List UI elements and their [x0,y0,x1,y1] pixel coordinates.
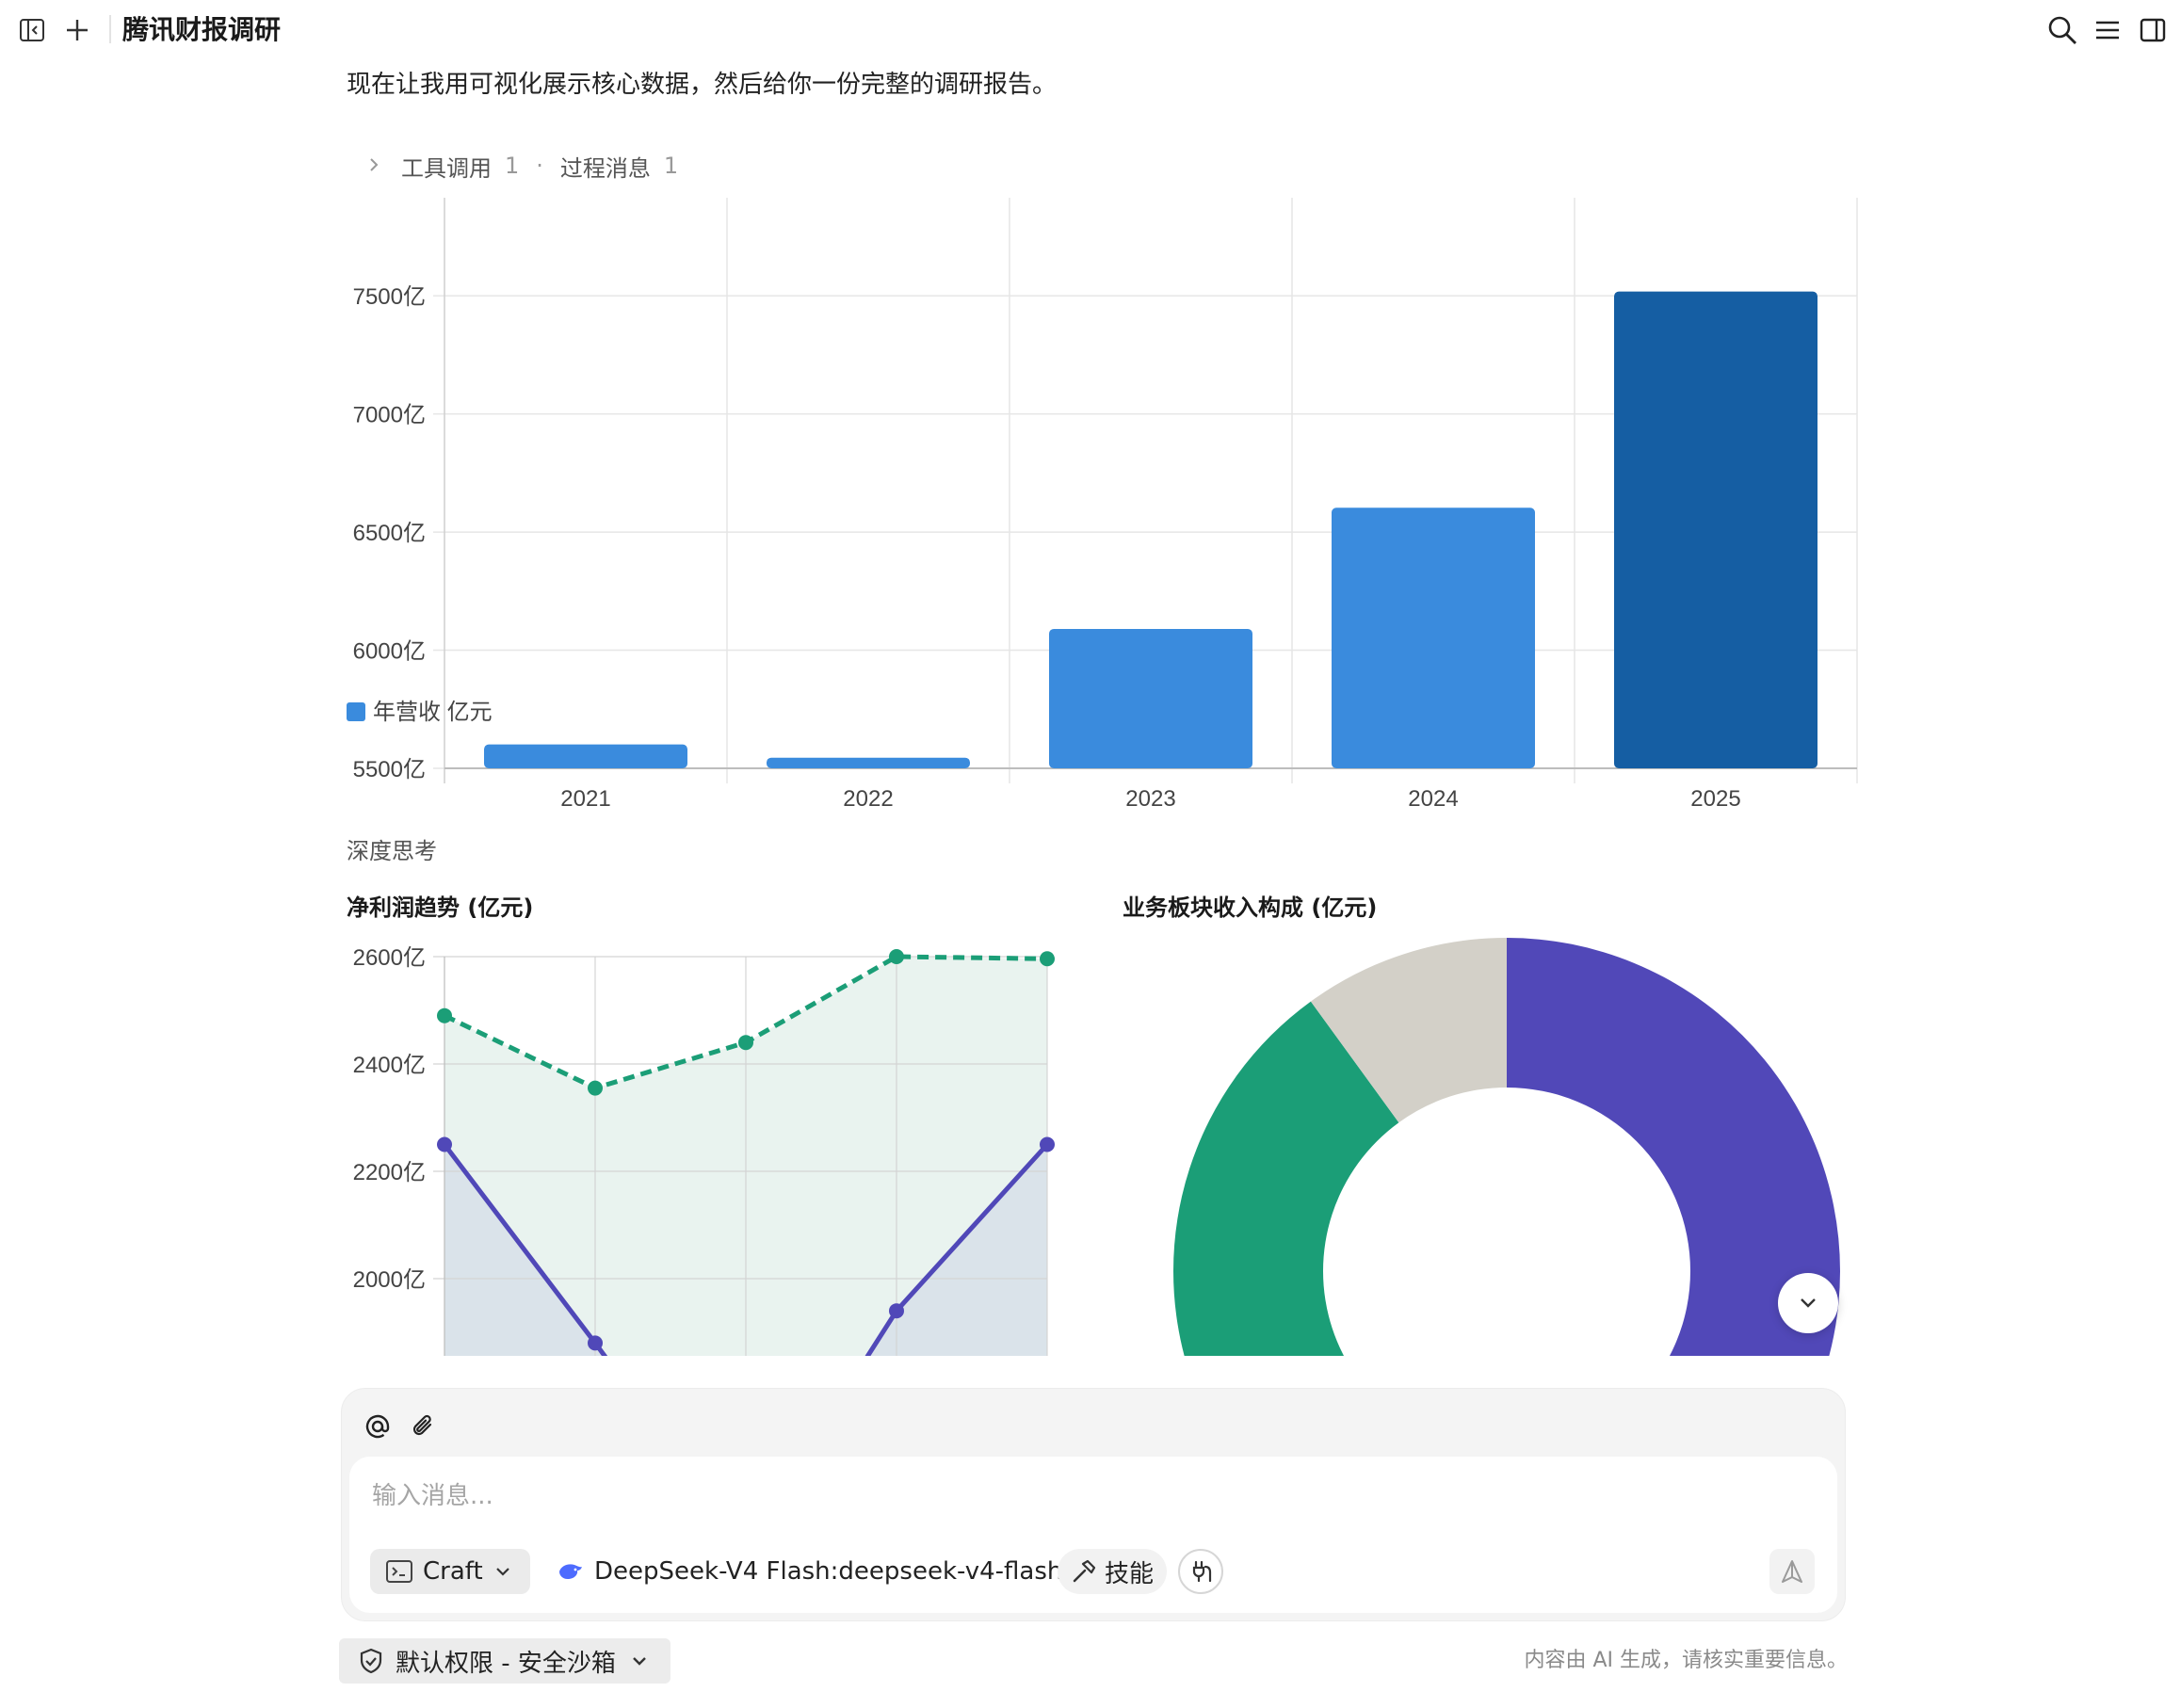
segment-donut-chart [1173,938,1840,1356]
y-tick-label: 2200亿 [353,1160,426,1185]
process-message-label: 过程消息 [559,154,651,182]
x-tick-label: 2022 [843,786,893,812]
bar [1332,508,1535,768]
legend-label: 年营收 亿元 [373,700,493,725]
data-point [889,1303,904,1319]
assistant-message-text: 现在让我用可视化展示核心数据，然后给你一份完整的调研报告。 [347,71,1058,99]
data-point [588,1335,603,1351]
menu-icon[interactable] [2089,11,2126,49]
shield-icon [360,1648,382,1674]
data-point [437,1007,452,1023]
chevron-right-icon [367,153,380,179]
page-title: 腾讯财报调研 [122,14,282,45]
y-tick-label: 7500亿 [353,284,426,310]
skills-label: 技能 [1105,1559,1155,1588]
y-tick-label: 6500亿 [353,521,426,546]
mention-icon[interactable] [359,1408,396,1445]
connector-button[interactable] [1178,1549,1223,1594]
sidebar-toggle-icon[interactable] [13,11,51,49]
x-tick-label: 2025 [1690,786,1740,812]
permission-selector[interactable]: 默认权限 - 安全沙箱 [339,1638,670,1684]
send-button[interactable] [1769,1549,1815,1594]
y-tick-label: 2400亿 [353,1053,426,1078]
separator-dot: · [536,153,543,179]
y-tick-label: 6000亿 [353,639,426,665]
legend-swatch [347,702,365,721]
y-tick-label: 7000亿 [353,403,426,428]
x-tick-label: 2021 [560,786,610,812]
revenue-bar-chart: 5500亿 6000亿 6500亿 7000亿 7500亿 2021 2022 2023 202… [347,198,1858,812]
plug-icon [1192,1560,1212,1583]
skills-button[interactable]: 技能 [1058,1549,1167,1594]
right-panel-icon[interactable] [2134,11,2172,49]
chevron-down-icon [495,1568,509,1576]
x-tick-label: 2023 [1125,786,1175,812]
data-point [738,1035,753,1051]
permission-label: 默认权限 - 安全沙箱 [396,1649,616,1678]
x-tick-label: 2024 [1408,786,1458,812]
data-point [1040,1136,1055,1152]
process-message-count: 1 [663,153,679,179]
chevron-down-icon [633,1657,646,1666]
tool-call-label: 工具调用 [401,154,492,182]
y-tick-label: 2000亿 [353,1267,426,1293]
deepseek-whale-icon [559,1564,582,1579]
data-point [588,1080,603,1096]
deep-thinking-label: 深度思考 [347,838,437,864]
data-point [889,949,904,964]
tool-call-summary[interactable]: 工具调用 1 · 过程消息 1 [367,147,678,185]
tool-call-count: 1 [505,153,520,179]
send-icon [1782,1560,1802,1583]
data-point [1040,951,1055,967]
mode-selector[interactable]: Craft [370,1549,530,1594]
hammer-icon [1073,1559,1096,1583]
model-selector[interactable]: DeepSeek-V4 Flash:deepseek-v4-flash [547,1549,1089,1594]
plus-icon[interactable] [58,11,96,49]
data-point [437,1136,452,1152]
search-icon[interactable] [2044,11,2081,49]
segment-chart-title: 业务板块收入构成 (亿元) [1123,894,1378,921]
top-bar: 腾讯财报调研 [0,0,2181,58]
ai-disclaimer: 内容由 AI 生成，请核实重要信息。 [1524,1649,1848,1672]
bar [484,744,687,768]
terminal-icon [386,1560,412,1583]
bar [767,757,970,768]
bar [1049,628,1252,768]
message-input[interactable] [372,1477,1785,1515]
message-composer: Craft DeepSeek-V4 Flash:deepseek-v4-flas… [341,1388,1846,1621]
y-tick-label: 2600亿 [353,945,426,971]
divider [109,15,111,43]
bar [1614,291,1818,768]
net-profit-line-chart: 2000亿 2200亿 2400亿 2600亿 [353,945,1055,1356]
model-label: DeepSeek-V4 Flash:deepseek-v4-flash [594,1557,1063,1586]
composer-input-area: Craft DeepSeek-V4 Flash:deepseek-v4-flas… [349,1457,1837,1613]
mode-label: Craft [423,1557,483,1586]
y-tick-label: 5500亿 [353,757,426,782]
chevron-down-icon [1801,1298,1816,1308]
net-profit-chart-title: 净利润趋势 (亿元) [347,894,534,921]
attachment-icon[interactable] [404,1408,442,1445]
scroll-to-bottom-button[interactable] [1778,1273,1838,1333]
